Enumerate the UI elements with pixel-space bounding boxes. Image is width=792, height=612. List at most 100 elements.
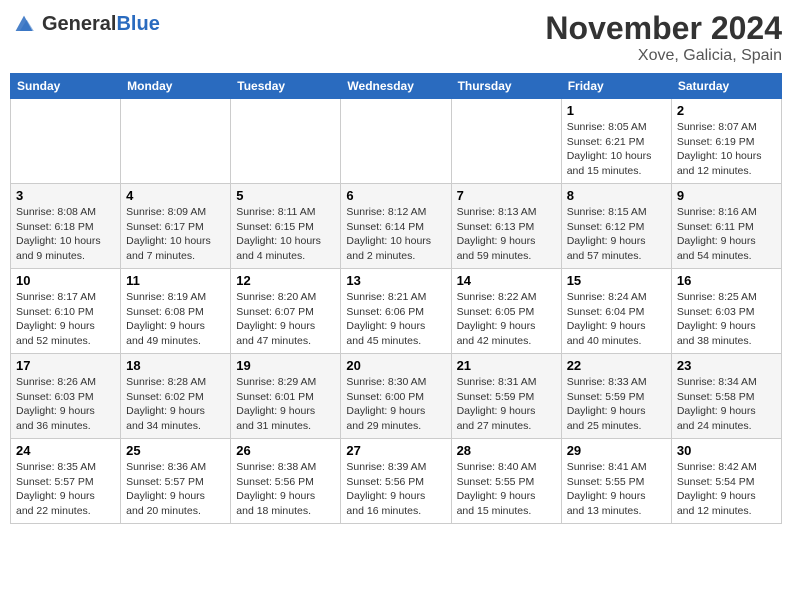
table-row: 1 Sunrise: 8:05 AM Sunset: 6:21 PM Daylig…: [561, 99, 671, 184]
day-number: 10: [16, 273, 115, 288]
table-row: 7 Sunrise: 8:13 AM Sunset: 6:13 PM Daylig…: [451, 184, 561, 269]
day-number: 19: [236, 358, 335, 373]
col-sunday: Sunday: [11, 74, 121, 99]
day-number: 1: [567, 103, 666, 118]
calendar-week-row: 10 Sunrise: 8:17 AM Sunset: 6:10 PM Dayli…: [11, 269, 782, 354]
day-info: Sunrise: 8:07 AM Sunset: 6:19 PM Dayligh…: [677, 120, 776, 179]
day-number: 6: [346, 188, 445, 203]
col-saturday: Saturday: [671, 74, 781, 99]
day-number: 27: [346, 443, 445, 458]
table-row: [231, 99, 341, 184]
day-info: Sunrise: 8:24 AM Sunset: 6:04 PM Dayligh…: [567, 290, 666, 349]
table-row: 22 Sunrise: 8:33 AM Sunset: 5:59 PM Dayli…: [561, 354, 671, 439]
day-info: Sunrise: 8:13 AM Sunset: 6:13 PM Dayligh…: [457, 205, 556, 264]
table-row: 14 Sunrise: 8:22 AM Sunset: 6:05 PM Dayli…: [451, 269, 561, 354]
day-number: 4: [126, 188, 225, 203]
day-number: 9: [677, 188, 776, 203]
table-row: 6 Sunrise: 8:12 AM Sunset: 6:14 PM Daylig…: [341, 184, 451, 269]
table-row: 4Sunrise: 8:09 AM Sunset: 6:17 PM Daylig…: [121, 184, 231, 269]
day-number: 30: [677, 443, 776, 458]
calendar-header-row: Sunday Monday Tuesday Wednesday Thursday…: [11, 74, 782, 99]
day-number: 22: [567, 358, 666, 373]
day-number: 28: [457, 443, 556, 458]
day-number: 24: [16, 443, 115, 458]
day-number: 15: [567, 273, 666, 288]
day-info: Sunrise: 8:34 AM Sunset: 5:58 PM Dayligh…: [677, 375, 776, 434]
table-row: 30 Sunrise: 8:42 AM Sunset: 5:54 PM Dayli…: [671, 439, 781, 524]
day-info: Sunrise: 8:16 AM Sunset: 6:11 PM Dayligh…: [677, 205, 776, 264]
logo-blue-text: Blue: [116, 13, 159, 35]
day-number: 13: [346, 273, 445, 288]
day-number: 11: [126, 273, 225, 288]
table-row: 15 Sunrise: 8:24 AM Sunset: 6:04 PM Dayli…: [561, 269, 671, 354]
table-row: [451, 99, 561, 184]
col-tuesday: Tuesday: [231, 74, 341, 99]
table-row: [11, 99, 121, 184]
day-number: 3: [16, 188, 115, 203]
day-number: 14: [457, 273, 556, 288]
table-row: 10 Sunrise: 8:17 AM Sunset: 6:10 PM Dayli…: [11, 269, 121, 354]
table-row: 13 Sunrise: 8:21 AM Sunset: 6:06 PM Dayli…: [341, 269, 451, 354]
table-row: 28 Sunrise: 8:40 AM Sunset: 5:55 PM Dayli…: [451, 439, 561, 524]
table-row: 9 Sunrise: 8:16 AM Sunset: 6:11 PM Daylig…: [671, 184, 781, 269]
table-row: [341, 99, 451, 184]
table-row: 25 Sunrise: 8:36 AM Sunset: 5:57 PM Dayli…: [121, 439, 231, 524]
day-info: Sunrise: 8:35 AM Sunset: 5:57 PM Dayligh…: [16, 460, 115, 519]
table-row: 8 Sunrise: 8:15 AM Sunset: 6:12 PM Daylig…: [561, 184, 671, 269]
day-info: Sunrise: 8:33 AM Sunset: 5:59 PM Dayligh…: [567, 375, 666, 434]
col-monday: Monday: [121, 74, 231, 99]
table-row: 20Sunrise: 8:30 AM Sunset: 6:00 PM Dayli…: [341, 354, 451, 439]
table-row: 21Sunrise: 8:31 AM Sunset: 5:59 PM Dayli…: [451, 354, 561, 439]
day-info: Sunrise: 8:28 AM Sunset: 6:02 PM Dayligh…: [126, 375, 225, 434]
day-info: Sunrise: 8:17 AM Sunset: 6:10 PM Dayligh…: [16, 290, 115, 349]
day-number: 8: [567, 188, 666, 203]
col-thursday: Thursday: [451, 74, 561, 99]
day-info: Sunrise: 8:15 AM Sunset: 6:12 PM Dayligh…: [567, 205, 666, 264]
location: Xove, Galicia, Spain: [545, 47, 782, 65]
day-number: 25: [126, 443, 225, 458]
calendar-week-row: 3 Sunrise: 8:08 AM Sunset: 6:18 PM Daylig…: [11, 184, 782, 269]
title-block: November 2024 Xove, Galicia, Spain: [545, 10, 782, 65]
day-number: 26: [236, 443, 335, 458]
day-number: 20: [346, 358, 445, 373]
calendar-week-row: 1 Sunrise: 8:05 AM Sunset: 6:21 PM Daylig…: [11, 99, 782, 184]
day-info: Sunrise: 8:31 AM Sunset: 5:59 PM Dayligh…: [457, 375, 556, 434]
day-info: Sunrise: 8:08 AM Sunset: 6:18 PM Dayligh…: [16, 205, 115, 264]
table-row: 3 Sunrise: 8:08 AM Sunset: 6:18 PM Daylig…: [11, 184, 121, 269]
table-row: 27 Sunrise: 8:39 AM Sunset: 5:56 PM Dayli…: [341, 439, 451, 524]
table-row: 19 Sunrise: 8:29 AM Sunset: 6:01 PM Dayli…: [231, 354, 341, 439]
table-row: 24 Sunrise: 8:35 AM Sunset: 5:57 PM Dayli…: [11, 439, 121, 524]
day-info: Sunrise: 8:12 AM Sunset: 6:14 PM Dayligh…: [346, 205, 445, 264]
month-title: November 2024: [545, 10, 782, 47]
day-info: Sunrise: 8:40 AM Sunset: 5:55 PM Dayligh…: [457, 460, 556, 519]
day-number: 2: [677, 103, 776, 118]
day-info: Sunrise: 8:42 AM Sunset: 5:54 PM Dayligh…: [677, 460, 776, 519]
day-info: Sunrise: 8:11 AM Sunset: 6:15 PM Dayligh…: [236, 205, 335, 264]
day-number: 17: [16, 358, 115, 373]
col-wednesday: Wednesday: [341, 74, 451, 99]
day-info: Sunrise: 8:21 AM Sunset: 6:06 PM Dayligh…: [346, 290, 445, 349]
day-number: 16: [677, 273, 776, 288]
day-info: Sunrise: 8:26 AM Sunset: 6:03 PM Dayligh…: [16, 375, 115, 434]
day-number: 5: [236, 188, 335, 203]
day-info: Sunrise: 8:29 AM Sunset: 6:01 PM Dayligh…: [236, 375, 335, 434]
table-row: [121, 99, 231, 184]
table-row: 17 Sunrise: 8:26 AM Sunset: 6:03 PM Dayli…: [11, 354, 121, 439]
day-number: 29: [567, 443, 666, 458]
day-info: Sunrise: 8:22 AM Sunset: 6:05 PM Dayligh…: [457, 290, 556, 349]
day-info: Sunrise: 8:36 AM Sunset: 5:57 PM Dayligh…: [126, 460, 225, 519]
table-row: 5 Sunrise: 8:11 AM Sunset: 6:15 PM Daylig…: [231, 184, 341, 269]
col-friday: Friday: [561, 74, 671, 99]
day-number: 12: [236, 273, 335, 288]
logo-icon: [10, 10, 38, 38]
page-header: GeneralBlue November 2024 Xove, Galicia,…: [10, 10, 782, 65]
table-row: 11Sunrise: 8:19 AM Sunset: 6:08 PM Dayli…: [121, 269, 231, 354]
day-info: Sunrise: 8:39 AM Sunset: 5:56 PM Dayligh…: [346, 460, 445, 519]
table-row: 18Sunrise: 8:28 AM Sunset: 6:02 PM Dayli…: [121, 354, 231, 439]
day-info: Sunrise: 8:05 AM Sunset: 6:21 PM Dayligh…: [567, 120, 666, 179]
logo: GeneralBlue: [10, 10, 160, 38]
calendar-week-row: 17 Sunrise: 8:26 AM Sunset: 6:03 PM Dayli…: [11, 354, 782, 439]
table-row: 2 Sunrise: 8:07 AM Sunset: 6:19 PM Daylig…: [671, 99, 781, 184]
table-row: 16Sunrise: 8:25 AM Sunset: 6:03 PM Dayli…: [671, 269, 781, 354]
day-number: 7: [457, 188, 556, 203]
